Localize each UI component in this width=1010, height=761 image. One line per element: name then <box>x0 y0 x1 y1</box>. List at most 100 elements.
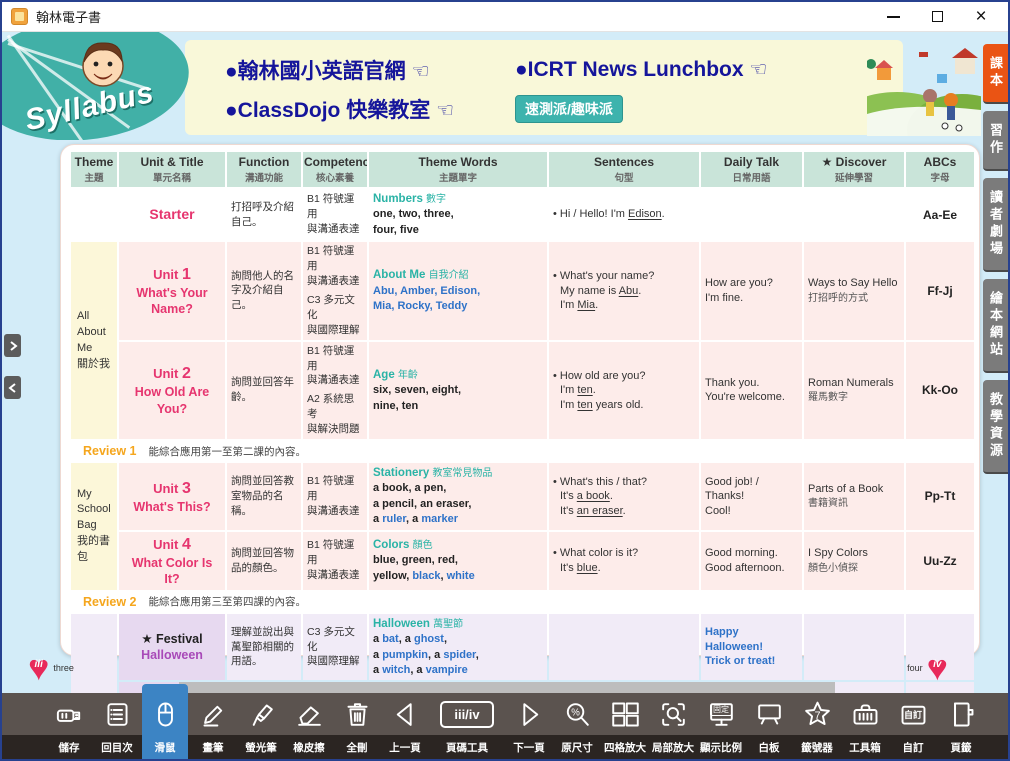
col-header-theme-words: Theme Words主題單字 <box>369 152 547 187</box>
toolbar-pen-button[interactable]: 畫筆 <box>190 693 236 759</box>
toolbar-custom-button[interactable]: 自訂自訂 <box>890 693 936 759</box>
festival-competency-cell: C3 多元文化與國際理解 <box>303 614 367 681</box>
unit3-sentences-cell: • What's this / that?It's a book.It's an… <box>549 463 699 530</box>
link-classdojo[interactable]: ●ClassDojo 快樂教室☜ <box>225 94 515 124</box>
highlighter-icon <box>238 693 284 735</box>
toolbar-mouse-button[interactable]: 滑鼠 <box>142 693 188 759</box>
col-header-sentences: Sentences句型 <box>549 152 699 187</box>
toc-label: 回目次 <box>101 735 133 759</box>
unit2-competency-cell: B1 符號運用與溝通表達A2 系統思考與解決問題 <box>303 342 367 439</box>
toolbox-label: 工具箱 <box>849 735 881 759</box>
expand-panel-right-arrow[interactable] <box>4 334 21 357</box>
col-header-function: Function溝通功能 <box>227 152 301 187</box>
app-logo-icon <box>11 8 28 25</box>
toolbar-toc-button[interactable]: 回目次 <box>94 693 140 759</box>
starter-competency-cell: B1 符號運用與溝通表達 <box>303 189 367 240</box>
unit2-function-cell: 詢問並回答年齡。 <box>227 342 301 439</box>
unit4-sentences-cell: • What color is it?It's blue. <box>549 532 699 590</box>
toolbar-four-pane-zoom-button[interactable]: 四格放大 <box>602 693 648 759</box>
display-ratio-icon: 固定 <box>698 693 744 735</box>
toolbar-toolbox-button[interactable]: 工具箱 <box>842 693 888 759</box>
starter-sentences-cell: • Hi / Hello! I'm Edison. <box>549 189 699 240</box>
unit3-words-cell: Stationery 教室常見物品a book, a pen,a pencil,… <box>369 463 547 530</box>
unit2-discover-cell: Roman Numerals羅馬數字 <box>804 342 904 439</box>
unit1-daily-cell: How are you?I'm fine. <box>701 242 802 339</box>
svg-text:%: % <box>571 707 580 718</box>
unit3-discover-cell: Parts of a Book書籍資訊 <box>804 463 904 530</box>
number-picker-icon: 7 <box>794 693 840 735</box>
side-tab-workbook[interactable]: 習作 <box>983 111 1008 171</box>
app-title: 翰林電子書 <box>36 7 101 26</box>
toolbar-highlighter-button[interactable]: 螢光筆 <box>238 693 284 759</box>
original-size-icon: % <box>554 693 600 735</box>
link-hanlin-english-site[interactable]: ●翰林國小英語官網☜ <box>225 55 515 85</box>
starter-words-cell: Numbers 數字one, two, three,four, five <box>369 189 547 240</box>
unit1-competency-cell: B1 符號運用與溝通表達C3 多元文化與國際理解 <box>303 242 367 339</box>
minimize-button[interactable] <box>880 6 906 28</box>
side-tab-teaching-resources[interactable]: 教學資源 <box>983 380 1008 474</box>
side-tab-picture-book-site[interactable]: 繪本網站 <box>983 279 1008 373</box>
prev-page-label: 上一頁 <box>389 735 421 759</box>
page-tabs-icon <box>938 693 984 735</box>
toolbar-original-size-button[interactable]: % 原尺寸 <box>554 693 600 759</box>
page-marker-right: four ♥iv <box>907 650 948 686</box>
maximize-button[interactable] <box>924 6 950 28</box>
festival-words-cell: Halloween 萬聖節a bat, a ghost,a pumpkin, a… <box>369 614 547 681</box>
unit1-abcs-cell: Ff-Jj <box>906 242 974 339</box>
toolbar-prev-page-button[interactable]: 上一頁 <box>382 693 428 759</box>
toolbar-partial-zoom-button[interactable]: 局部放大 <box>650 693 696 759</box>
review2-row: Review 2能綜合應用第三至第四課的內容。 <box>71 592 974 612</box>
delete-all-icon <box>334 693 380 735</box>
starter-function-cell: 打招呼及介紹自己。 <box>227 189 301 240</box>
side-tab-readers-theater[interactable]: 讀者劇場 <box>983 178 1008 272</box>
toolbar-display-ratio-button[interactable]: 固定顯示比例 <box>698 693 744 759</box>
original-size-label: 原尺寸 <box>561 735 593 759</box>
toolbox-icon <box>842 693 888 735</box>
festival-title-cell: ★ FestivalHalloween <box>119 614 225 681</box>
unit4-discover-cell: I Spy Colors顏色小偵探 <box>804 532 904 590</box>
festival-function-cell: 理解並說出與萬聖節相關的用語。 <box>227 614 301 681</box>
mouse-label: 滑鼠 <box>155 735 176 759</box>
festival-sentences-cell <box>549 614 699 681</box>
side-tab-textbook[interactable]: 課本 <box>983 44 1008 104</box>
toolbar-page-tabs-button[interactable]: 頁籤 <box>938 693 984 759</box>
content-area: ●翰林國小英語官網☜ ●ICRT News Lunchbox☜ ●ClassDo… <box>2 32 1008 693</box>
page-number-display[interactable]: iii/iv <box>440 701 493 728</box>
toolbar-whiteboard-button[interactable]: 白板 <box>746 693 792 759</box>
close-button[interactable]: × <box>968 6 994 28</box>
unit1-words-cell: About Me 自我介紹Abu, Amber, Edison,Mia, Roc… <box>369 242 547 339</box>
unit4-words-cell: Colors 顏色blue, green, red,yellow, black,… <box>369 532 547 590</box>
toolbar-next-page-button[interactable]: 下一頁 <box>506 693 552 759</box>
unit4-function-cell: 詢問並回答物品的顏色。 <box>227 532 301 590</box>
quick-test-button[interactable]: 速測派/趣味派 <box>515 95 623 123</box>
review1-row: Review 1能綜合應用第一至第二課的內容。 <box>71 441 974 461</box>
custom-label: 自訂 <box>903 735 924 759</box>
display-ratio-badge: 固定 <box>710 704 732 716</box>
prev-page-icon <box>382 693 428 735</box>
toolbar-delete-all-button[interactable]: 全刪 <box>334 693 380 759</box>
toolbar-save-button[interactable]: 儲存 <box>46 693 92 759</box>
side-tab-bar: 課本習作讀者劇場繪本網站教學資源 <box>983 44 1008 474</box>
unit2-words-cell: Age 年齡six, seven, eight,nine, ten <box>369 342 547 439</box>
eraser-label: 橡皮擦 <box>293 735 325 759</box>
page-marker-left: ♥iii three <box>28 650 74 686</box>
unit3-daily-cell: Good job! / Thanks!Cool! <box>701 463 802 530</box>
collapse-panel-left-arrow[interactable] <box>4 376 21 399</box>
link-icrt-news-lunchbox[interactable]: ●ICRT News Lunchbox☜ <box>515 57 893 82</box>
delete-all-label: 全刪 <box>347 735 368 759</box>
syllabus-page-card: Theme主題 Unit & Title單元名稱 Function溝通功能 Co… <box>60 144 980 656</box>
display-ratio-label: 顯示比例 <box>700 735 742 759</box>
whiteboard-icon <box>746 693 792 735</box>
syllabus-logo: Syllabus <box>2 32 192 140</box>
toolbar-eraser-button[interactable]: 橡皮擦 <box>286 693 332 759</box>
toolbar-page-number-tool-button[interactable]: iii/iv頁碼工具 <box>430 693 504 759</box>
custom-badge: 自訂 <box>902 710 924 721</box>
pen-label: 畫筆 <box>203 735 224 759</box>
unit1-function-cell: 詢問他人的名字及介紹自己。 <box>227 242 301 339</box>
col-header-discover: ★ Discover延伸學習 <box>804 152 904 187</box>
custom-icon: 自訂 <box>890 693 936 735</box>
unit3-competency-cell: B1 符號運用與溝通表達 <box>303 463 367 530</box>
starter-theme-cell <box>71 189 117 240</box>
toolbar-number-picker-button[interactable]: 7籤號器 <box>794 693 840 759</box>
unit1-sentences-cell: • What's your name?My name is Abu.I'm Mi… <box>549 242 699 339</box>
